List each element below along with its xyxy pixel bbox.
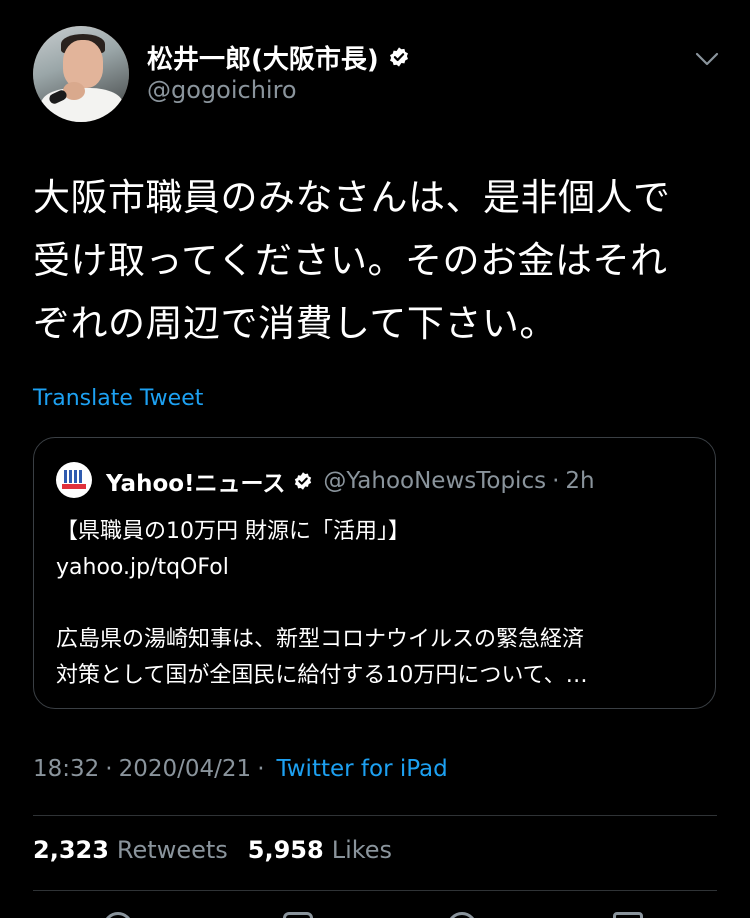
tweet-metadata: 18:32 · 2020/04/21 · Twitter for iPad	[33, 756, 448, 782]
retweets-count: 2,323	[33, 836, 109, 864]
quoted-link[interactable]: yahoo.jp/tqOFol	[56, 550, 696, 586]
quoted-avatar[interactable]	[56, 462, 92, 498]
quoted-text-spacer	[56, 586, 696, 622]
tweet-date[interactable]: 2020/04/21	[119, 756, 252, 782]
verified-badge-icon	[295, 472, 312, 490]
quoted-text-line: 広島県の湯崎知事は、新型コロナウイルスの緊急経済	[56, 627, 585, 652]
quoted-text-line: 対策として国が全国民に給付する10万円について、…	[56, 663, 588, 688]
quoted-tweet-header: Yahoo!ニュース @YahooNewsTopics · 2h	[106, 464, 595, 498]
user-name-row[interactable]: 松井一郎(大阪市長)	[147, 38, 410, 76]
meta-separator: ·	[105, 756, 113, 782]
likes-stat[interactable]: 5,958 Likes	[248, 836, 392, 864]
likes-count: 5,958	[247, 836, 324, 864]
divider	[33, 890, 717, 891]
yahoo-news-logo-stripe	[62, 484, 86, 489]
tweet-text-line: 大阪市職員のみなさんは、是非個人で	[33, 176, 671, 219]
yahoo-news-logo-bars	[64, 470, 84, 483]
translate-tweet-link[interactable]: Translate Tweet	[33, 386, 203, 411]
avatar-photo-face	[63, 40, 103, 88]
quoted-timestamp[interactable]: 2h	[565, 468, 594, 494]
tweet-source-link[interactable]: Twitter for iPad	[277, 756, 448, 782]
like-icon[interactable]	[447, 912, 477, 918]
user-handle[interactable]: @gogoichiro	[147, 76, 297, 104]
verified-badge-icon	[389, 47, 408, 67]
retweets-label: Retweets	[116, 836, 228, 864]
tweet-time[interactable]: 18:32	[33, 756, 99, 782]
reply-icon[interactable]	[103, 912, 133, 918]
divider	[33, 815, 717, 816]
quoted-separator: ·	[552, 468, 560, 494]
tweet-text: 大阪市職員のみなさんは、是非個人で 受け取ってください。そのお金はそれ ぞれの周…	[33, 166, 723, 355]
retweet-icon[interactable]	[283, 912, 313, 918]
tweet-text-line: 受け取ってください。そのお金はそれ	[33, 239, 668, 282]
chevron-down-icon	[695, 52, 719, 66]
retweets-stat[interactable]: 2,323 Retweets	[33, 836, 228, 864]
share-icon[interactable]	[613, 912, 643, 918]
meta-separator: ·	[257, 756, 265, 782]
quoted-tweet-body: 【県職員の10万円 財源に「活用」】 yahoo.jp/tqOFol 広島県の湯…	[56, 514, 696, 694]
avatar[interactable]	[33, 26, 129, 122]
quoted-handle[interactable]: @YahooNewsTopics	[323, 468, 546, 494]
likes-label: Likes	[331, 836, 393, 864]
more-options-button[interactable]	[692, 44, 722, 74]
user-display-name[interactable]: 松井一郎(大阪市長)	[147, 39, 379, 76]
tweet-stats: 2,323 Retweets 5,958 Likes	[33, 836, 392, 864]
quoted-text-line: 【県職員の10万円 財源に「活用」】	[56, 519, 410, 544]
tweet-action-bar	[0, 900, 750, 918]
quoted-display-name[interactable]: Yahoo!ニュース	[106, 464, 285, 498]
tweet-text-line: ぞれの周辺で消費して下さい。	[33, 302, 557, 345]
quoted-tweet-card[interactable]: Yahoo!ニュース @YahooNewsTopics · 2h 【県職員の10…	[33, 437, 716, 709]
